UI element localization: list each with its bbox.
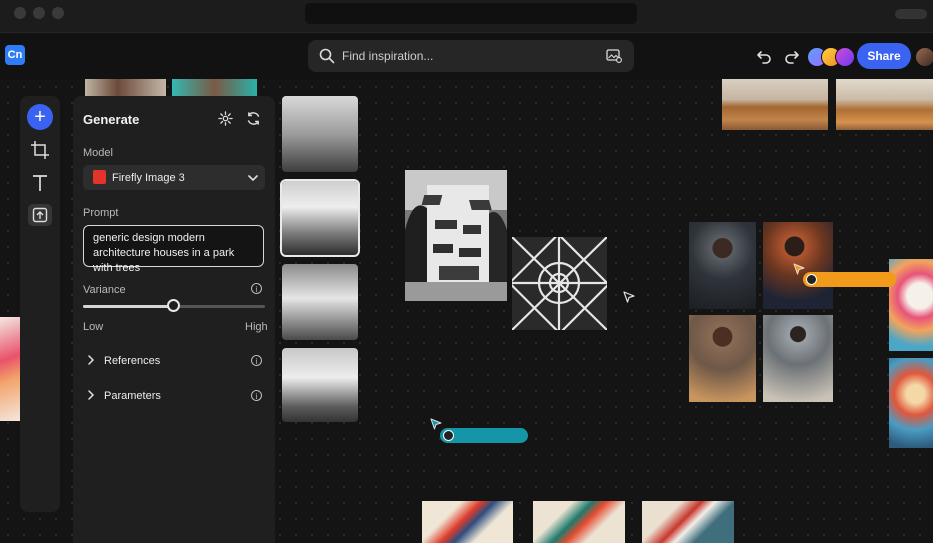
collaborator-avatar[interactable] xyxy=(835,47,855,67)
panel-title: Generate xyxy=(83,112,140,127)
window-controls[interactable] xyxy=(895,9,927,19)
undo-icon[interactable] xyxy=(756,48,772,64)
model-value: Firefly Image 3 xyxy=(112,172,185,184)
info-icon[interactable]: i xyxy=(251,355,262,366)
text-icon[interactable] xyxy=(28,172,52,194)
variance-label: Variance xyxy=(83,284,126,296)
search-input[interactable]: Find inspiration... xyxy=(342,49,433,63)
cursor-icon xyxy=(623,291,635,303)
search-icon xyxy=(319,48,335,64)
settings-icon[interactable] xyxy=(218,111,233,126)
info-icon[interactable]: i xyxy=(251,390,262,401)
image-search-icon[interactable] xyxy=(606,49,622,63)
references-section[interactable]: References xyxy=(104,355,160,367)
canvas-image[interactable] xyxy=(172,79,257,96)
generate-panel xyxy=(73,96,275,543)
canvas-image-portrait[interactable] xyxy=(689,315,756,402)
info-icon[interactable]: i xyxy=(251,283,262,294)
canvas-image-portrait[interactable] xyxy=(689,222,756,309)
collaborator-avatar xyxy=(443,430,454,441)
upload-tool[interactable] xyxy=(28,204,52,226)
canvas-image-portrait[interactable] xyxy=(763,315,833,402)
canvas-image[interactable] xyxy=(0,317,20,421)
chevron-down-icon[interactable] xyxy=(247,172,259,184)
redo-icon[interactable] xyxy=(784,48,800,64)
canvas-image[interactable] xyxy=(533,501,625,543)
firefly-logo-icon xyxy=(93,170,106,184)
variance-low-label: Low xyxy=(83,321,104,333)
prompt-input[interactable]: generic design modern architecture house… xyxy=(83,225,264,274)
canvas-image[interactable] xyxy=(85,79,166,96)
refresh-icon[interactable] xyxy=(246,111,261,126)
canvas-image-pattern[interactable] xyxy=(512,237,607,330)
upload-icon xyxy=(32,207,48,223)
user-avatar[interactable] xyxy=(915,47,933,67)
app-logo[interactable]: Cn xyxy=(5,45,25,65)
canvas-image[interactable] xyxy=(642,501,734,543)
window-close-button[interactable] xyxy=(14,7,26,19)
canvas-image[interactable] xyxy=(722,79,828,130)
generated-thumbnail[interactable] xyxy=(282,348,358,422)
collaborator-cursor-label xyxy=(803,272,896,287)
window-minimize-button[interactable] xyxy=(33,7,45,19)
generated-thumbnail[interactable] xyxy=(282,264,358,340)
prompt-label: Prompt xyxy=(83,207,119,219)
canvas-image[interactable] xyxy=(422,501,513,543)
crop-icon[interactable] xyxy=(28,139,52,161)
canvas-image[interactable] xyxy=(889,358,933,448)
canvas-image[interactable] xyxy=(836,79,933,130)
variance-high-label: High xyxy=(245,321,268,333)
model-label: Model xyxy=(83,147,113,159)
canvas-image[interactable] xyxy=(889,259,933,351)
variance-slider-fill xyxy=(83,305,174,308)
collaborator-cursor-label xyxy=(440,428,528,443)
address-bar[interactable] xyxy=(305,3,637,24)
collaborator-avatar xyxy=(806,274,817,285)
window-maximize-button[interactable] xyxy=(52,7,64,19)
share-button[interactable]: Share xyxy=(857,43,911,69)
generated-thumbnail[interactable] xyxy=(282,96,358,172)
variance-slider-handle[interactable] xyxy=(167,299,180,312)
cursor-icon xyxy=(430,418,442,430)
parameters-section[interactable]: Parameters xyxy=(104,390,161,402)
add-icon[interactable]: + xyxy=(27,104,53,130)
canvas-image-architecture[interactable] xyxy=(405,170,507,301)
chevron-right-icon[interactable] xyxy=(86,354,96,366)
generated-thumbnail-selected[interactable] xyxy=(280,179,360,257)
chevron-right-icon[interactable] xyxy=(86,389,96,401)
